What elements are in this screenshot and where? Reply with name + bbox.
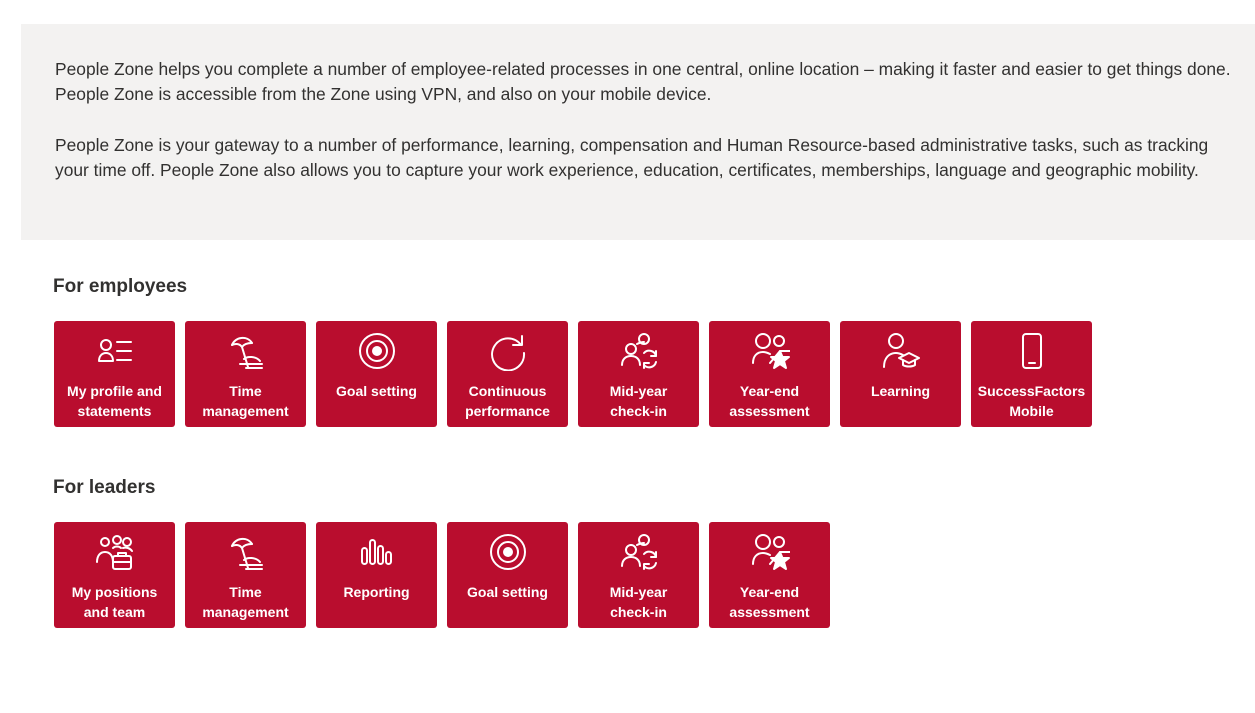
tile-goal-setting[interactable]: Goal setting [316, 321, 437, 427]
tile-time-management[interactable]: Time management [185, 321, 306, 427]
tile-label: Time management [190, 381, 302, 421]
tile-year-end-assessment[interactable]: Year-end assessment [709, 321, 830, 427]
tile-mid-year-check-in[interactable]: Mid-year check-in [578, 321, 699, 427]
tile-label: SuccessFactors Mobile [976, 381, 1088, 421]
tile-label-line-2: assessment [729, 403, 810, 419]
tile-label-line-1: Year-end [739, 383, 800, 399]
intro-paragraph-1: People Zone helps you complete a number … [55, 59, 1231, 104]
tile-label-line-1: My positions [71, 584, 158, 600]
tile-label-line-2: management [202, 604, 289, 620]
tile-label: Goal setting [321, 381, 433, 401]
people-sync-icon [618, 330, 660, 372]
tile-year-end-assessment[interactable]: Year-end assessment [709, 522, 830, 628]
tile-label-line-1: SuccessFactors [977, 383, 1086, 399]
tile-my-profile-and-statements[interactable]: My profile and statements [54, 321, 175, 427]
tile-my-positions-and-team[interactable]: My positions and team [54, 522, 175, 628]
tile-label-line-1: Mid-year [609, 383, 668, 399]
person-graduation-icon [880, 330, 922, 372]
tile-label-line-1: Goal setting [336, 383, 417, 399]
tile-label: Reporting [321, 582, 433, 602]
person-star-icon [749, 531, 791, 573]
intro-panel: People Zone helps you complete a number … [21, 24, 1255, 240]
tile-label: My positions and team [59, 582, 171, 622]
leaders-tile-row: My positions and team Time management Report… [54, 522, 830, 628]
tile-label-line-2: Mobile [1009, 403, 1054, 419]
target-icon [356, 330, 398, 372]
employees-tile-row: My profile and statements Time management Go… [54, 321, 1092, 427]
tile-label: Goal setting [452, 582, 564, 602]
team-briefcase-icon [94, 531, 136, 573]
tile-successfactors-mobile[interactable]: SuccessFactors Mobile [971, 321, 1092, 427]
people-sync-icon [618, 531, 660, 573]
intro-paragraph-2: People Zone is your gateway to a number … [55, 135, 1209, 180]
tile-label-line-1: Reporting [343, 584, 410, 600]
profile-list-icon [94, 330, 136, 372]
tile-label-line-1: My profile and [67, 383, 162, 399]
person-star-icon [749, 330, 791, 372]
mobile-phone-icon [1011, 330, 1053, 372]
tile-label-line-2: check-in [610, 403, 667, 419]
tile-continuous-performance[interactable]: Continuous performance [447, 321, 568, 427]
tile-learning[interactable]: Learning [840, 321, 961, 427]
tile-label: Mid-year check-in [583, 582, 695, 622]
tile-label: Learning [845, 381, 957, 401]
tile-label-line-2: check-in [610, 604, 667, 620]
tile-time-management[interactable]: Time management [185, 522, 306, 628]
tile-label-line-1: Time [229, 383, 262, 399]
tile-mid-year-check-in[interactable]: Mid-year check-in [578, 522, 699, 628]
tile-label-line-1: Year-end [739, 584, 800, 600]
tile-label-line-1: Time [229, 584, 262, 600]
tile-label: Continuous performance [452, 381, 564, 421]
tile-label-line-1: Continuous [468, 383, 547, 399]
tile-label-line-2: management [202, 403, 289, 419]
tile-label: Time management [190, 582, 302, 622]
leaders-section-title: For leaders [53, 477, 156, 498]
tile-goal-setting[interactable]: Goal setting [447, 522, 568, 628]
bar-chart-icon [356, 531, 398, 573]
tile-label-line-2: performance [465, 403, 550, 419]
tile-label: My profile and statements [59, 381, 171, 421]
tile-label-line-2: statements [77, 403, 152, 419]
tile-label: Year-end assessment [714, 381, 826, 421]
target-icon [487, 531, 529, 573]
beach-umbrella-icon [225, 531, 267, 573]
tile-label: Mid-year check-in [583, 381, 695, 421]
tile-label-line-1: Learning [870, 383, 931, 399]
beach-umbrella-icon [225, 330, 267, 372]
tile-label-line-2: assessment [729, 604, 810, 620]
employees-section-title: For employees [53, 276, 188, 297]
tile-label: Year-end assessment [714, 582, 826, 622]
tile-label-line-1: Mid-year [609, 584, 668, 600]
tile-label-line-2: and team [83, 604, 146, 620]
tile-label-line-1: Goal setting [467, 584, 548, 600]
refresh-icon [487, 330, 529, 372]
tile-reporting[interactable]: Reporting [316, 522, 437, 628]
